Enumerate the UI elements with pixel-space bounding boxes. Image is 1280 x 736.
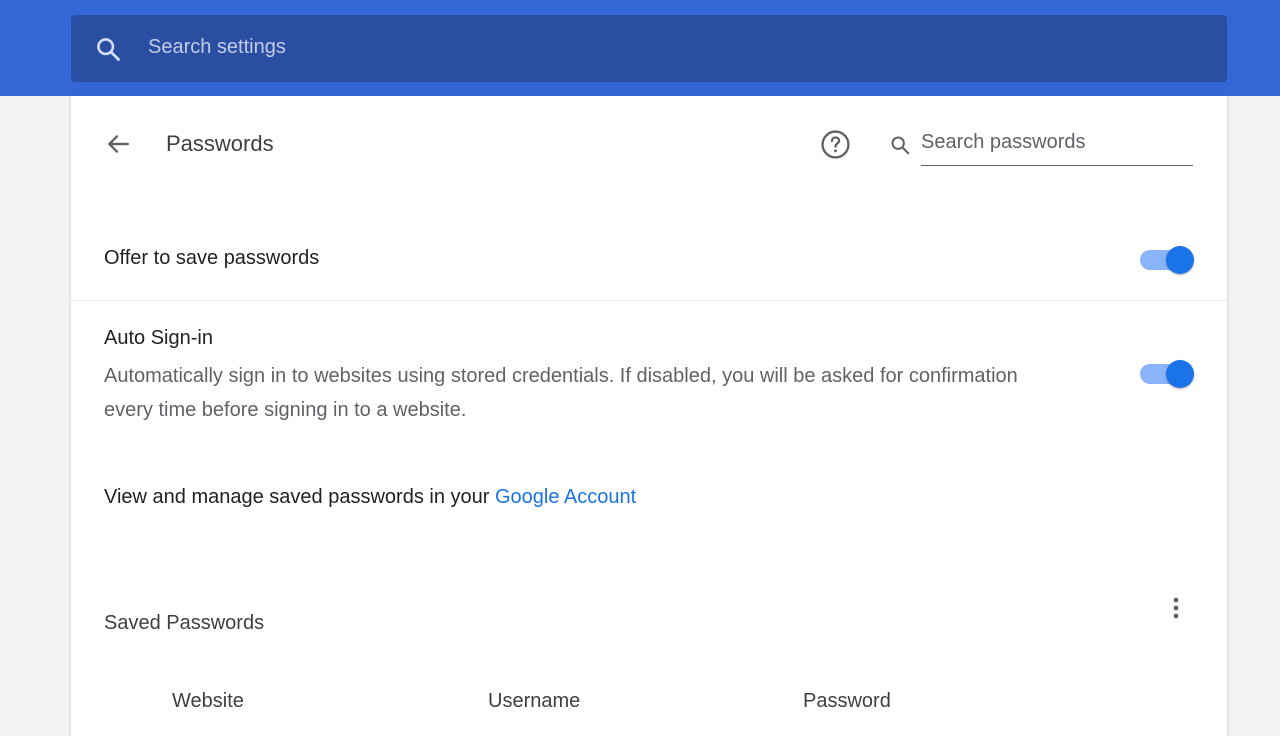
page-title: Passwords: [166, 131, 274, 156]
saved-passwords-title: Saved Passwords: [104, 612, 265, 634]
auto-signin-description: Automatically sign in to websites using …: [104, 365, 1018, 421]
auto-signin-toggle[interactable]: [1140, 360, 1194, 388]
more-vertical-icon[interactable]: [1163, 594, 1189, 622]
search-icon: [97, 38, 120, 61]
password-search-field[interactable]: [921, 131, 1193, 166]
offer-to-save-label: Offer to save passwords: [104, 247, 320, 269]
search-icon: [891, 136, 910, 155]
divider: [71, 300, 1227, 301]
manage-text: View and manage saved passwords in your: [104, 486, 495, 508]
arrow-left-icon[interactable]: [104, 131, 132, 157]
toggle-knob: [1166, 360, 1194, 388]
password-search-input[interactable]: [921, 131, 1193, 154]
column-header-username: Username: [488, 690, 581, 712]
toggle-knob: [1166, 246, 1194, 274]
auto-signin-label: Auto Sign-in: [104, 327, 213, 349]
offer-to-save-toggle[interactable]: [1140, 246, 1194, 274]
column-header-password: Password: [803, 690, 891, 712]
settings-search-input[interactable]: Search settings: [148, 36, 286, 59]
help-circle-icon[interactable]: [820, 129, 851, 160]
manage-passwords-text: View and manage saved passwords in your …: [104, 486, 636, 509]
google-account-link[interactable]: Google Account: [495, 486, 636, 508]
column-header-website: Website: [172, 690, 244, 712]
